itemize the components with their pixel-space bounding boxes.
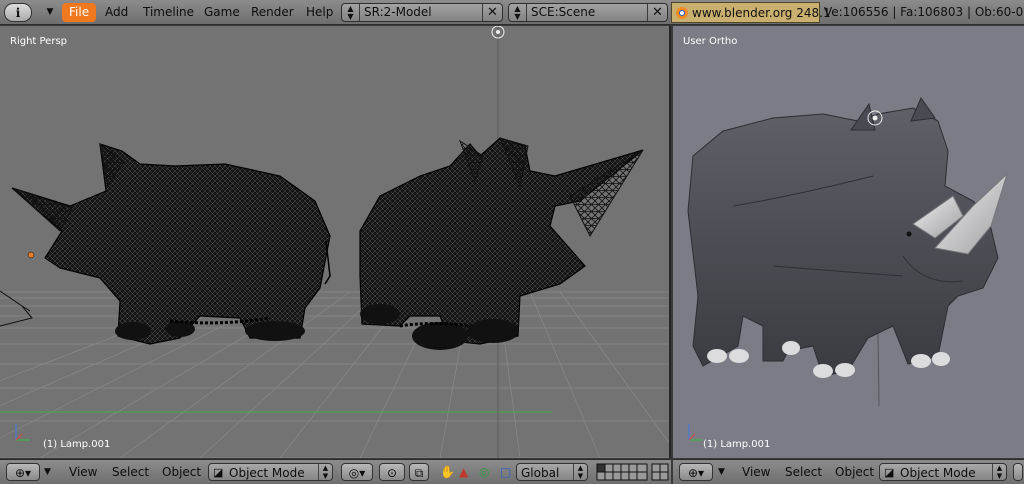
menu-object[interactable]: Object <box>162 463 201 481</box>
mode-select[interactable]: ◪ Object Mode ▲ ▼ <box>879 463 1007 481</box>
translate-icon[interactable]: ▲ <box>459 463 473 481</box>
viewport-right-persp[interactable]: Right Persp (1) Lamp.001 <box>0 26 671 458</box>
view-type-icon[interactable]: ⊕▾ <box>679 463 713 481</box>
view-type-icon[interactable]: ⊕▾ <box>6 463 40 481</box>
dropdown-arrows-icon: ▲ ▼ <box>992 464 1006 480</box>
screen-browse-icon[interactable]: ▲ ▼ <box>342 4 360 21</box>
floor-grid <box>0 291 669 458</box>
view3d-header-left: ⊕▾ ▼ View Select Object ◪ Object Mode ▲ ▼… <box>0 459 671 484</box>
visible-only-icon[interactable]: ⧉ <box>409 463 429 481</box>
menu-view[interactable]: View <box>69 463 97 481</box>
orientation-select[interactable]: Global ▲ ▼ <box>516 463 588 481</box>
mode-label: Object Mode <box>229 466 305 480</box>
rotate-icon[interactable]: ◎ <box>479 463 493 481</box>
rhino-solid <box>687 96 1009 378</box>
dropdown-arrows-icon: ▲ ▼ <box>318 464 332 480</box>
scene-selector[interactable]: ▲ ▼ SCE:Scene ✕ <box>508 3 668 22</box>
collapse-icon[interactable]: ▼ <box>718 463 730 481</box>
info-header: i ▼ File Add Timeline Game Render Help ▲… <box>0 0 1024 25</box>
view3d-header-right: ⊕▾ ▼ View Select Object ◪ Object Mode ▲ ▼ <box>673 459 1024 484</box>
hand-cursor-icon[interactable]: ✋ <box>440 463 456 481</box>
collapse-menu-icon[interactable]: ▼ <box>44 3 56 22</box>
layers-icon[interactable] <box>596 463 670 481</box>
blender-logo-icon <box>676 7 688 19</box>
mode-select[interactable]: ◪ Object Mode ▲ ▼ <box>208 463 333 481</box>
active-object-label: (1) Lamp.001 <box>43 439 111 450</box>
lamp-dot <box>27 251 35 259</box>
blender-url[interactable]: www.blender.org 248.1 <box>671 2 831 23</box>
scene-delete-icon[interactable]: ✕ <box>647 4 667 21</box>
menu-file[interactable]: File <box>62 3 97 22</box>
menu-add[interactable]: Add <box>105 3 128 22</box>
menu-view[interactable]: View <box>742 463 770 481</box>
scene-browse-icon[interactable]: ▲ ▼ <box>509 4 527 21</box>
menu-render[interactable]: Render <box>251 3 294 22</box>
screen-delete-icon[interactable]: ✕ <box>482 4 502 21</box>
dropdown-arrows-icon: ▲ ▼ <box>573 464 587 480</box>
menu-object[interactable]: Object <box>835 463 874 481</box>
axis-gizmo-icon <box>688 424 703 441</box>
screen-name[interactable]: SR:2-Model <box>364 4 432 21</box>
rhino-wireframe-left <box>11 142 331 345</box>
rhino-wireframe-right <box>359 137 644 350</box>
mode-icon: ◪ <box>213 466 224 479</box>
screen-selector[interactable]: ▲ ▼ SR:2-Model ✕ <box>341 3 503 22</box>
active-object-label: (1) Lamp.001 <box>703 439 771 450</box>
url-text: www.blender.org 248.1 <box>692 6 831 20</box>
orientation-label: Global <box>521 466 560 480</box>
menu-help[interactable]: Help <box>306 3 333 22</box>
wireframe-scene <box>0 26 669 458</box>
menu-select[interactable]: Select <box>785 463 822 481</box>
mode-label: Object Mode <box>900 466 976 480</box>
viewport-label: Right Persp <box>10 36 68 47</box>
draw-type-icon[interactable] <box>1013 463 1023 481</box>
viewport-label: User Ortho <box>683 36 738 47</box>
solid-scene <box>687 96 1009 441</box>
menu-select[interactable]: Select <box>112 463 149 481</box>
pivot-icon[interactable]: ⊙ <box>379 463 405 481</box>
menu-game[interactable]: Game <box>204 3 240 22</box>
scene-stats: Ve:106556 | Fa:106803 | Ob:60-0 <box>824 5 1024 19</box>
scale-icon[interactable]: □ <box>500 463 514 481</box>
draw-type-icon[interactable]: ◎▾ <box>341 463 373 481</box>
mode-icon: ◪ <box>884 466 895 479</box>
viewport-user-ortho[interactable]: User Ortho (1) Lamp.001 <box>673 26 1024 458</box>
scene-name[interactable]: SCE:Scene <box>531 4 595 21</box>
collapse-icon[interactable]: ▼ <box>44 463 56 481</box>
info-icon[interactable]: i <box>4 3 32 22</box>
menu-timeline[interactable]: Timeline <box>143 3 194 22</box>
